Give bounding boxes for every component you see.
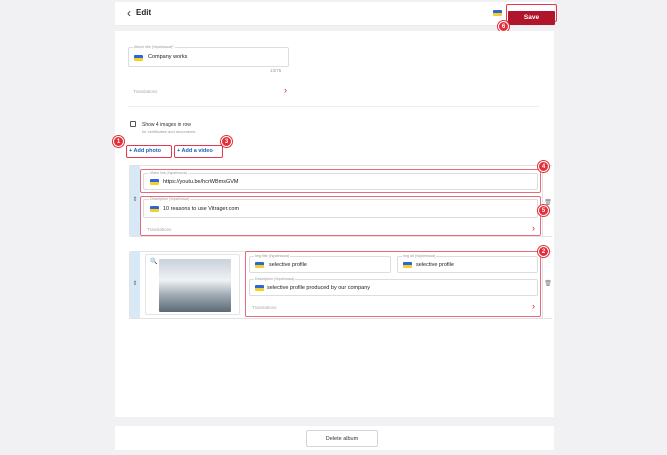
add-video-button[interactable]: + Add a video <box>174 145 223 158</box>
add-photo-button[interactable]: + Add photo <box>126 145 172 158</box>
page-title: Edit <box>136 8 152 17</box>
ukraine-flag-icon[interactable] <box>493 10 502 16</box>
save-button[interactable]: Save <box>508 10 555 25</box>
divider <box>128 106 539 107</box>
drag-handle-icon[interactable]: ⇕ <box>130 197 140 203</box>
badge-4: 4 <box>538 161 549 172</box>
image-delete-column: 🗑 <box>542 252 553 318</box>
chevron-right-icon[interactable]: › <box>284 86 287 95</box>
chevron-right-icon[interactable]: › <box>532 224 535 233</box>
trash-icon[interactable]: 🗑 <box>543 280 553 287</box>
char-counter: 13/75 <box>270 68 282 73</box>
img-title-field[interactable]: Img title (Українська) selective profile <box>249 254 391 273</box>
img-description-field[interactable]: Description (Українська) selective profi… <box>249 277 538 296</box>
video-description-label: Description (Українська) <box>149 197 191 202</box>
video-description-field[interactable]: Description (Українська) 10 reasons to u… <box>143 197 538 218</box>
img-description-input[interactable]: selective profile produced by our compan… <box>267 284 370 292</box>
save-button-highlight: Save <box>506 4 557 25</box>
img-alt-label: Img alt (Українська) <box>402 254 437 259</box>
image-thumbnail <box>159 259 231 312</box>
video-link-label: Video link (Українська) <box>149 171 188 176</box>
add-photo-label: + Add photo <box>129 148 162 154</box>
zoom-icon[interactable]: 🔍 <box>150 258 157 265</box>
image-translations-label[interactable]: Translations <box>252 305 276 310</box>
album-title-field[interactable]: Album title (Українська)* Company works <box>128 45 289 67</box>
ukraine-flag-icon <box>403 262 412 268</box>
img-alt-field[interactable]: Img alt (Українська) selective profile <box>397 254 538 273</box>
image-thumbnail-frame[interactable]: 🔍 <box>145 254 240 315</box>
album-title-input[interactable]: Company works <box>148 53 187 61</box>
album-title-label: Album title (Українська)* <box>133 45 175 50</box>
album-translations-label[interactable]: Translations <box>133 89 157 94</box>
video-translations-label[interactable]: Translations <box>147 227 171 232</box>
drag-handle-column[interactable]: ⇕ <box>130 252 140 318</box>
video-description-input[interactable]: 10 reasons to use Vitrager.com <box>163 205 239 213</box>
video-delete-column: 🗑 <box>542 166 553 236</box>
ukraine-flag-icon <box>255 262 264 268</box>
drag-handle-icon[interactable]: ⇕ <box>130 281 140 287</box>
ukraine-flag-icon <box>150 206 159 212</box>
top-bar <box>115 2 554 26</box>
show-4-images-checkbox[interactable] <box>130 121 136 127</box>
img-description-label: Description (Українська) <box>254 277 296 282</box>
drag-handle-column[interactable]: ⇕ <box>130 166 140 236</box>
add-video-label: + Add a video <box>177 148 213 154</box>
ukraine-flag-icon <box>150 179 159 185</box>
img-title-input[interactable]: selective profile <box>269 261 307 269</box>
video-link-input[interactable]: https://youtu.be/hcrWBmsGVM <box>163 178 239 186</box>
video-link-field[interactable]: Video link (Українська) https://youtu.be… <box>143 171 538 190</box>
show-4-images-sublabel: for certificates and documents <box>142 129 196 134</box>
img-alt-input[interactable]: selective profile <box>416 261 454 269</box>
badge-5: 5 <box>538 205 549 216</box>
ukraine-flag-icon <box>255 285 264 291</box>
chevron-right-icon[interactable]: › <box>532 302 535 311</box>
badge-1: 1 <box>113 136 124 147</box>
badge-2: 2 <box>538 246 549 257</box>
delete-album-button[interactable]: Delete album <box>306 430 378 447</box>
ukraine-flag-icon <box>134 55 143 61</box>
show-4-images-label: Show 4 images in row <box>142 122 191 128</box>
img-title-label: Img title (Українська) <box>254 254 290 259</box>
